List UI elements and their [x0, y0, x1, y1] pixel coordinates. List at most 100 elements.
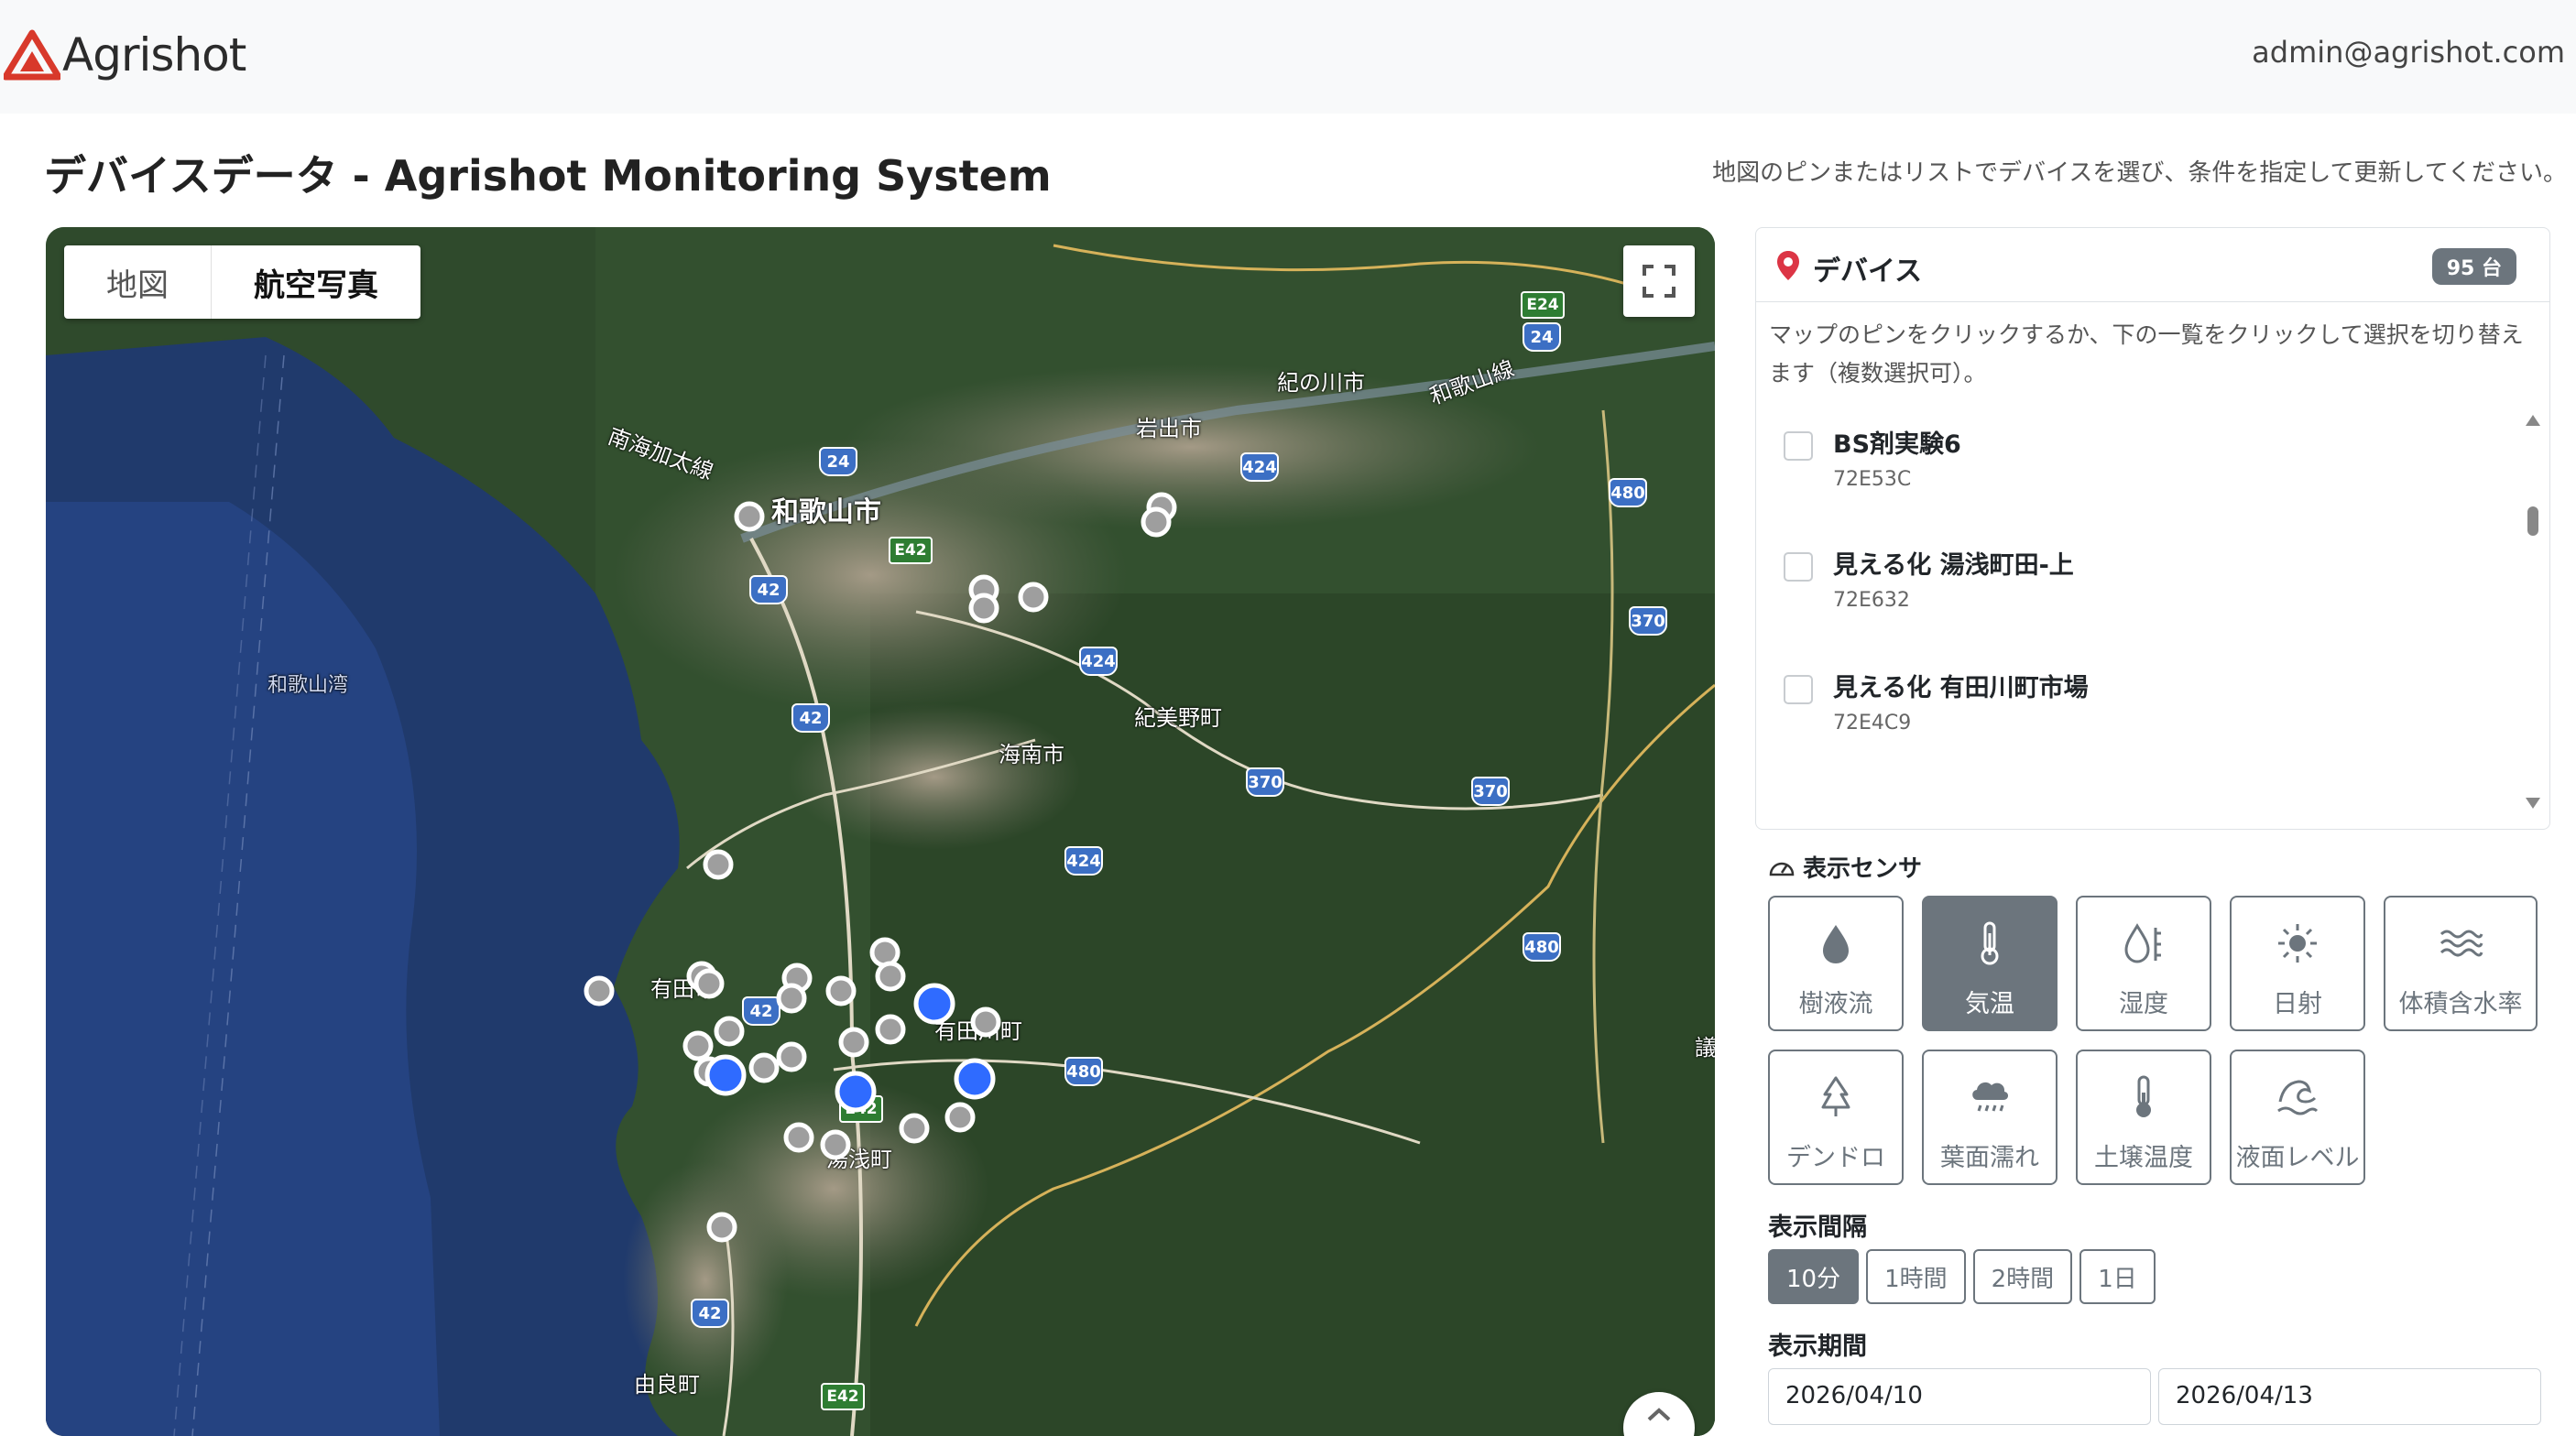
gauge-icon [1769, 862, 1795, 876]
sensor-button-air-temperature[interactable]: 気温 [1922, 896, 2058, 1031]
brand-name: Agrishot [62, 28, 246, 82]
device-list-scrollbar[interactable] [2526, 415, 2540, 809]
map-type-roadmap-button[interactable]: 地図 [64, 245, 212, 319]
sun-icon [2278, 924, 2317, 963]
map-label-wakayama: 和歌山市 [771, 496, 881, 528]
map-type-satellite-button[interactable]: 航空写真 [212, 245, 420, 319]
route-shield: 370 [1471, 777, 1510, 806]
sensor-button-soil-temperature[interactable]: 土壌温度 [2076, 1050, 2211, 1185]
device-instructions: マップのピンをクリックするか、下の一覧をクリックして選択を切り替えます（複数選択… [1769, 321, 2524, 386]
fullscreen-button[interactable] [1623, 245, 1695, 317]
sensor-button-label: 湿度 [2119, 990, 2168, 1018]
map-label-bay: 和歌山湾 [267, 674, 349, 697]
route-shield: 370 [1246, 767, 1284, 797]
expressway-shield: E24 [1521, 291, 1565, 319]
satellite-map-imagery [46, 227, 1715, 1436]
humidity-icon [2124, 923, 2161, 963]
device-card: デバイス 95 台 マップのピンをクリックするか、下の一覧をクリックして選択を切… [1755, 227, 2550, 830]
wave-level-icon [2277, 1080, 2319, 1115]
route-shield: 42 [791, 703, 830, 733]
map-label-kainan: 海南市 [999, 742, 1064, 767]
soil-thermometer-icon [2136, 1075, 2151, 1117]
tree-icon [1821, 1076, 1850, 1116]
device-id: 72E53C [1833, 468, 1912, 491]
route-shield: 480 [1609, 478, 1647, 507]
device-list-item[interactable]: 見える化 湯浅町田-上 72E632 [1784, 532, 2498, 633]
route-shield: 24 [819, 447, 857, 476]
device-card-header: デバイス 95 台 [1756, 228, 2549, 302]
water-waves-icon [2440, 930, 2483, 957]
brand-logo[interactable]: Agrishot [4, 27, 246, 82]
device-checkbox[interactable] [1784, 431, 1813, 461]
sensor-button-volumetric-water[interactable]: 体積含水率 [2384, 896, 2538, 1031]
device-id: 72E632 [1833, 589, 1910, 612]
sensor-button-label: 樹液流 [1798, 990, 1873, 1018]
route-shield: 370 [1629, 606, 1667, 636]
interval-1day-button[interactable]: 1日 [2079, 1249, 2156, 1304]
control-panel: デバイス 95 台 マップのピンをクリックするか、下の一覧をクリックして選択を切… [1755, 227, 2550, 1436]
map-label-arida: 有田市 [650, 976, 716, 1002]
device-count-badge: 95 台 [2431, 248, 2516, 285]
device-id: 72E4C9 [1833, 712, 1912, 734]
sensor-button-solar-radiation[interactable]: 日射 [2230, 896, 2365, 1031]
sensor-button-label: 体積含水率 [2398, 990, 2523, 1018]
sensor-button-label: 液面レベル [2235, 1144, 2360, 1172]
agrishot-logo-icon [4, 29, 60, 81]
map-label-kinokawa: 紀の川市 [1277, 370, 1365, 396]
route-shield: 424 [1064, 846, 1103, 876]
route-shield: 42 [749, 575, 788, 604]
sensor-button-humidity[interactable]: 湿度 [2076, 896, 2211, 1031]
sensor-section-label: 表示センサ [1803, 855, 1923, 883]
period-end-date-input[interactable]: 2026/04/13 [2158, 1368, 2541, 1425]
period-start-date-input[interactable]: 2026/04/10 [1768, 1368, 2151, 1425]
sensor-button-leaf-wetness[interactable]: 葉面濡れ [1922, 1050, 2058, 1185]
cloud-rain-icon [1972, 1082, 2009, 1112]
device-map[interactable]: 和歌山市 岩出市 紀の川市 海南市 紀美野町 有田市 有田川町 湯浅町 由良町 … [46, 227, 1715, 1436]
map-pin-icon [1777, 251, 1799, 280]
period-section-title: 表示期間 [1768, 1333, 1867, 1361]
sensor-button-liquid-level[interactable]: 液面レベル [2230, 1050, 2365, 1185]
sensor-button-sap-flow[interactable]: 樹液流 [1768, 896, 1904, 1031]
route-shield: 24 [1523, 322, 1561, 352]
fullscreen-icon [1643, 265, 1675, 298]
page-title: デバイスデータ - Agrishot Monitoring System [44, 151, 1052, 201]
sensor-button-label: デンドロ [1786, 1144, 1885, 1172]
interval-section-title: 表示間隔 [1768, 1213, 1867, 1242]
device-checkbox[interactable] [1784, 552, 1813, 582]
device-list[interactable]: BS剤実験6 72E53C 見える化 湯浅町田-上 72E632 見える化 有田… [1756, 411, 2549, 814]
map-label-yuasa: 湯浅町 [826, 1147, 892, 1172]
device-list-item[interactable]: BS剤実験6 72E53C [1784, 411, 2498, 512]
sensor-section-title: 表示センサ [1768, 850, 1922, 884]
map-label-yura: 由良町 [634, 1372, 700, 1398]
map-label-edge: 議 [1695, 1035, 1715, 1061]
device-list-item[interactable]: 見える化 有田川町市場 72E4C9 [1784, 655, 2498, 756]
scroll-down-icon[interactable] [2526, 798, 2540, 809]
device-name: 見える化 有田川町市場 [1833, 674, 2089, 702]
device-checkbox[interactable] [1784, 675, 1813, 704]
sensor-button-label: 葉面濡れ [1940, 1144, 2039, 1172]
map-label-kimino: 紀美野町 [1134, 705, 1222, 731]
thermometer-icon [1981, 921, 1999, 965]
page-hint: 地図のピンまたはリストでデバイスを選び、条件を指定して更新してください。 [1712, 159, 2567, 187]
interval-10min-button[interactable]: 10分 [1768, 1249, 1860, 1304]
interval-2hour-button[interactable]: 2時間 [1972, 1249, 2073, 1304]
sensor-button-dendrometer[interactable]: デンドロ [1768, 1050, 1904, 1185]
route-shield: 42 [691, 1299, 729, 1328]
scroll-thumb[interactable] [2527, 506, 2538, 536]
route-shield: 480 [1523, 932, 1561, 962]
route-shield: 42 [742, 996, 780, 1026]
sensor-button-label: 土壌温度 [2094, 1144, 2193, 1172]
compass-icon [1647, 1408, 1671, 1421]
expressway-shield: E42 [889, 537, 933, 564]
device-card-title: デバイス [1813, 256, 1923, 288]
interval-button-group: 10分 1時間 2時間 1日 [1768, 1249, 2163, 1304]
interval-1hour-button[interactable]: 1時間 [1866, 1249, 1966, 1304]
map-label-aridagawa: 有田川町 [934, 1018, 1022, 1044]
top-navbar: Agrishot admin@agrishot.com [0, 0, 2576, 114]
scroll-up-icon[interactable] [2526, 415, 2540, 426]
droplet-icon [1823, 925, 1849, 963]
map-type-toggle: 地図 航空写真 [64, 245, 420, 319]
map-rotate-control[interactable] [1623, 1392, 1695, 1436]
expressway-shield: E42 [839, 1095, 883, 1123]
user-email[interactable]: admin@agrishot.com [2252, 35, 2565, 70]
